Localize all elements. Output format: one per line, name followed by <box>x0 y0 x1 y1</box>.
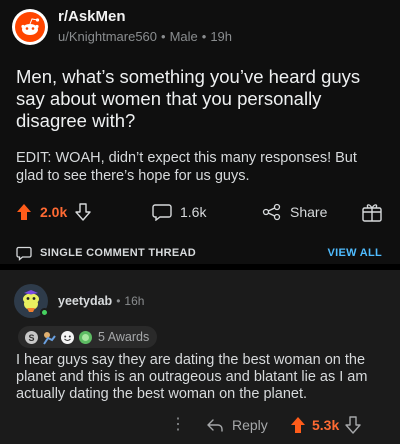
comment-header: yeetydab • 16h <box>14 284 144 318</box>
author-flair: Male <box>169 29 198 44</box>
single-thread-label: SINGLE COMMENT THREAD <box>40 247 197 259</box>
separator-dot: • <box>201 29 207 44</box>
view-all-link[interactable]: VIEW ALL <box>327 247 382 259</box>
comment-score: 5.3k <box>312 417 340 433</box>
post-body: EDIT: WOAH, didn’t expect this many resp… <box>16 150 357 184</box>
post-vote-group: 2.0k <box>16 197 91 227</box>
share-icon <box>262 203 281 221</box>
reply-label: Reply <box>232 417 268 433</box>
share-button[interactable]: Share <box>262 197 327 227</box>
silver-coin-award-icon: S <box>24 330 39 345</box>
post-author[interactable]: u/Knightmare560 <box>58 29 157 44</box>
post-age: 19h <box>210 29 233 44</box>
downvote-arrow-icon[interactable] <box>345 416 361 434</box>
reply-button[interactable]: Reply <box>206 414 268 436</box>
comments-button[interactable]: 1.6k <box>152 197 206 227</box>
post-header: r/AskMen u/Knightmare560 • Male • 19h <box>12 8 232 45</box>
share-label: Share <box>290 204 328 220</box>
separator-dot: • <box>116 294 121 308</box>
reply-icon <box>207 419 223 432</box>
single-thread-label-group: SINGLE COMMENT THREAD <box>16 246 196 261</box>
single-thread-bar: SINGLE COMMENT THREAD VIEW ALL <box>0 240 400 266</box>
comment-count: 1.6k <box>180 204 207 220</box>
comment-bubble-icon <box>152 204 172 221</box>
reddit-alien-icon <box>15 11 45 42</box>
post-card: r/AskMen u/Knightmare560 • Male • 19h Men, w… <box>0 0 400 264</box>
give-award-icon <box>362 204 382 222</box>
upvote-arrow-icon[interactable] <box>290 416 306 434</box>
comment-body: I hear guys say they are dating the best… <box>16 352 368 402</box>
comment-age: 16h <box>124 294 145 308</box>
post-actions: 2.0k 1.6k Share <box>0 197 400 227</box>
wholesome-face-award-icon <box>60 330 75 345</box>
awards-count: 5 Awards <box>98 330 150 344</box>
comment-card: yeetydab • 16h S 5 Awards I hear guys sa… <box>0 270 400 444</box>
post-upvote-count: 2.0k <box>40 204 68 220</box>
dancing-award-icon <box>42 330 57 345</box>
comment-actions: ⋮ Reply 5.3k <box>0 414 400 436</box>
awards-row[interactable]: S 5 Awards <box>18 326 158 348</box>
comment-vote-group: 5.3k <box>290 414 361 436</box>
helpful-award-icon <box>78 330 93 345</box>
comment-bubble-icon <box>16 246 32 261</box>
post-title[interactable]: Men, what’s something you’ve heard guys … <box>16 66 386 132</box>
post-byline: u/Knightmare560 • Male • 19h <box>58 28 232 45</box>
give-award-button[interactable] <box>361 197 383 227</box>
separator-dot: • <box>161 29 166 44</box>
downvote-arrow-icon[interactable] <box>75 203 91 221</box>
svg-text:S: S <box>28 333 34 343</box>
online-status-dot <box>40 308 49 317</box>
upvote-arrow-icon[interactable] <box>16 203 32 221</box>
more-dots-icon[interactable]: ⋮ <box>170 414 187 436</box>
subreddit-name[interactable]: r/AskMen <box>58 8 232 26</box>
commenter-avatar[interactable] <box>14 284 49 318</box>
comment-author[interactable]: yeetydab <box>58 294 112 308</box>
subreddit-avatar[interactable] <box>12 8 48 45</box>
